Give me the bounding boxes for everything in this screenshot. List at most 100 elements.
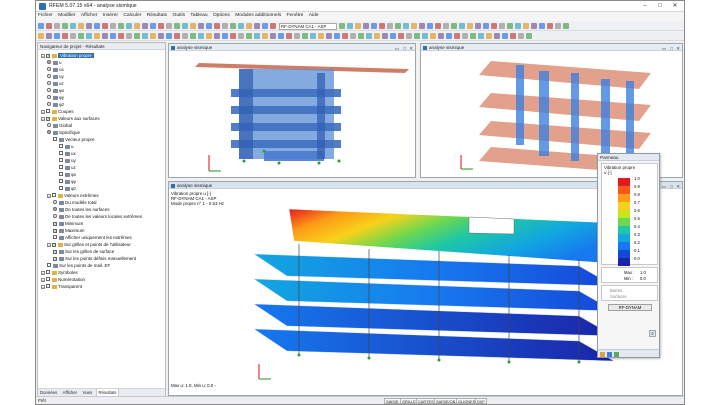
- checkbox[interactable]: ✓: [53, 257, 57, 261]
- toolbar-button-icon[interactable]: [502, 33, 508, 39]
- checkbox[interactable]: ✓: [53, 222, 57, 226]
- toolbar-button-icon[interactable]: [118, 23, 124, 29]
- maximize-button[interactable]: □: [653, 2, 667, 11]
- tree-item[interactable]: ✓ Minimum: [53, 220, 83, 227]
- result-case-combo[interactable]: RF-DYNAM CA1 - ASP: [279, 22, 337, 30]
- toolbar-button-icon[interactable]: [443, 23, 449, 29]
- status-toggle-cartes[interactable]: CARTES: [416, 398, 436, 404]
- toolbar-button-icon[interactable]: [94, 33, 100, 39]
- tree-item[interactable]: uz: [47, 80, 64, 87]
- expand-icon[interactable]: –: [41, 117, 45, 121]
- checkbox[interactable]: ✓: [46, 117, 50, 121]
- tree-item[interactable]: φz: [47, 101, 64, 108]
- toolbar-button-icon[interactable]: [363, 23, 369, 29]
- toolbar-button-icon[interactable]: [539, 23, 545, 29]
- menu-item-calculer[interactable]: Calculer: [121, 12, 143, 19]
- expand-icon[interactable]: –: [47, 194, 51, 198]
- toolbar-button-icon[interactable]: [86, 33, 92, 39]
- menu-item-fenetre[interactable]: Fenêtre: [285, 12, 306, 19]
- radio-button[interactable]: [47, 95, 51, 99]
- tree-item[interactable]: – Numérotation: [41, 276, 85, 283]
- menu-item-aide[interactable]: Aide: [307, 12, 321, 19]
- view-window-top-left[interactable]: analyse sismique ▭ □ ✕: [168, 43, 416, 178]
- toolbar-button-icon[interactable]: [414, 33, 420, 39]
- toolbar-button-icon[interactable]: [411, 23, 417, 29]
- toolbar-button-icon[interactable]: [507, 23, 513, 29]
- menu-item-options[interactable]: Options: [211, 12, 232, 19]
- toolbar-button-icon[interactable]: [118, 33, 124, 39]
- radio-button[interactable]: [47, 123, 51, 127]
- toolbar-button-icon[interactable]: [310, 33, 316, 39]
- toolbar-button-icon[interactable]: [454, 33, 460, 39]
- tree-item[interactable]: Spécifique: [47, 129, 80, 136]
- toolbar-button-icon[interactable]: [478, 33, 484, 39]
- toolbar-button-icon[interactable]: [134, 33, 140, 39]
- toolbar-button-icon[interactable]: [347, 23, 353, 29]
- toolbar-button-icon[interactable]: [110, 23, 116, 29]
- checkbox[interactable]: [53, 137, 57, 141]
- menu-item-fichier[interactable]: Fichier: [36, 12, 55, 19]
- menu-item-inserer[interactable]: Insérer: [101, 12, 120, 19]
- expand-icon[interactable]: –: [41, 285, 45, 289]
- color-scale-icon[interactable]: [600, 351, 605, 357]
- toolbar-button-icon[interactable]: [158, 33, 164, 39]
- toolbar-button-icon[interactable]: [246, 33, 252, 39]
- radio-button[interactable]: [47, 60, 51, 64]
- checkbox[interactable]: [46, 284, 50, 288]
- checkbox[interactable]: [59, 179, 63, 183]
- toolbar-button-icon[interactable]: [318, 33, 324, 39]
- toolbar-button-icon[interactable]: [190, 33, 196, 39]
- checkbox[interactable]: [46, 109, 50, 113]
- toolbar-button-icon[interactable]: [446, 33, 452, 39]
- tree-item[interactable]: – ✓ Vibration propre: [41, 52, 94, 59]
- toolbar-button-icon[interactable]: [355, 23, 361, 29]
- toolbar-button-icon[interactable]: [54, 33, 60, 39]
- tree-item[interactable]: Vecteur propre: [53, 136, 95, 143]
- tree-item[interactable]: u: [47, 59, 62, 66]
- toolbar-button-icon[interactable]: [427, 23, 433, 29]
- menu-item-tableau[interactable]: Tableau: [188, 12, 209, 19]
- checkbox[interactable]: [46, 270, 50, 274]
- toolbar-button-icon[interactable]: [430, 33, 436, 39]
- toolbar-button-icon[interactable]: [190, 23, 196, 29]
- tree-item[interactable]: φx: [59, 171, 76, 178]
- menu-item-modules[interactable]: Modules additionnels: [233, 12, 283, 19]
- toolbar-button-icon[interactable]: [142, 23, 148, 29]
- toolbar-button-icon[interactable]: [238, 23, 244, 29]
- checkbox[interactable]: ✓: [46, 54, 50, 58]
- toolbar-button-icon[interactable]: [198, 23, 204, 29]
- tree-item[interactable]: ✓ Maximum: [53, 227, 85, 234]
- zoom-icon[interactable]: ⌕: [649, 330, 656, 337]
- tree-item[interactable]: uy: [59, 157, 76, 164]
- expand-icon[interactable]: –: [41, 278, 45, 282]
- checkbox[interactable]: [59, 186, 63, 190]
- toolbar-button-icon[interactable]: [462, 33, 468, 39]
- toolbar-button-icon[interactable]: [102, 33, 108, 39]
- toolbar-button-icon[interactable]: [38, 23, 44, 29]
- tree-item[interactable]: uz: [59, 164, 76, 171]
- toolbar-button-icon[interactable]: [494, 33, 500, 39]
- toolbar-button-icon[interactable]: [70, 33, 76, 39]
- toolbar-button-icon[interactable]: [150, 23, 156, 29]
- checkbox[interactable]: [52, 193, 56, 197]
- toolbar-button-icon[interactable]: [78, 23, 84, 29]
- checkbox[interactable]: [59, 172, 63, 176]
- tree-item[interactable]: – Transparent: [41, 283, 82, 290]
- tree-item[interactable]: Sur les points de mail. EF: [47, 262, 110, 269]
- toolbar-button-icon[interactable]: [62, 23, 68, 29]
- toolbar-button-icon[interactable]: [198, 33, 204, 39]
- toolbar-button-icon[interactable]: [334, 33, 340, 39]
- minimize-button[interactable]: –: [638, 2, 652, 11]
- checkbox[interactable]: ✓: [52, 243, 56, 247]
- radio-button[interactable]: [53, 207, 57, 211]
- toolbar-button-icon[interactable]: [262, 23, 268, 29]
- menu-item-resultats[interactable]: Résultats: [145, 12, 169, 19]
- toolbar-button-icon[interactable]: [518, 33, 524, 39]
- toolbar-button-icon[interactable]: [339, 23, 345, 29]
- tree-item[interactable]: ✓ Sur les points définis manuellement: [53, 255, 136, 262]
- toolbar-button-icon[interactable]: [262, 33, 268, 39]
- toolbar-button-icon[interactable]: [254, 33, 260, 39]
- radio-button[interactable]: [47, 88, 51, 92]
- toolbar-button-icon[interactable]: [459, 23, 465, 29]
- close-button[interactable]: ✕: [668, 2, 682, 11]
